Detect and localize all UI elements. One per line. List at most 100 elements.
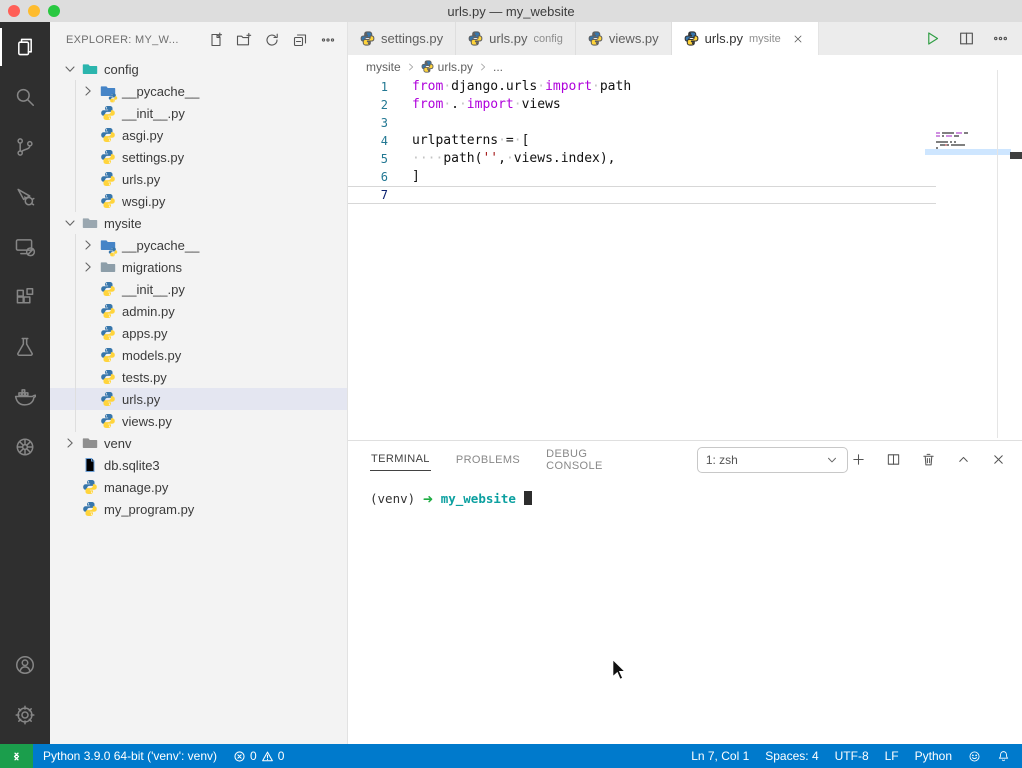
code-line-4[interactable]: 4 urlpatterns·=·[ bbox=[348, 132, 936, 150]
tab-settings-py[interactable]: settings.py bbox=[348, 22, 457, 55]
files-icon bbox=[14, 36, 36, 58]
collapse-folders-button[interactable] bbox=[289, 29, 311, 51]
tree-item-manage-py[interactable]: manage.py bbox=[50, 476, 347, 498]
shell-selector-dropdown[interactable]: 1: zsh bbox=[696, 446, 848, 473]
new-folder-button[interactable] bbox=[233, 29, 255, 51]
tab-label: urls.py bbox=[704, 31, 743, 46]
tree-item-label: tests.py bbox=[122, 369, 167, 385]
tree-item-asgi-py[interactable]: asgi.py bbox=[50, 124, 347, 146]
tree-item-pycache[interactable]: __pycache__ bbox=[50, 80, 347, 103]
panel-tab-label: TERMINAL bbox=[371, 453, 430, 465]
tree-item-urls-py[interactable]: urls.py bbox=[50, 388, 347, 410]
tab-urls-py-mysite[interactable]: urls.py mysite bbox=[671, 22, 819, 55]
tree-item-wsgi-py[interactable]: wsgi.py bbox=[50, 190, 347, 212]
activity-remote-explorer[interactable] bbox=[0, 222, 50, 272]
more-editor-actions-button[interactable] bbox=[988, 27, 1012, 51]
folder-icon bbox=[82, 215, 98, 231]
activity-run-debug[interactable] bbox=[0, 172, 50, 222]
tree-item-admin-py[interactable]: admin.py bbox=[50, 300, 347, 322]
more-actions-button[interactable] bbox=[317, 29, 339, 51]
code-line-3[interactable]: 3 bbox=[348, 114, 936, 132]
activity-accounts[interactable] bbox=[0, 640, 50, 690]
tree-item-init-py[interactable]: __init__.py bbox=[50, 278, 347, 300]
breadcrumb-item-urls-py[interactable]: urls.py bbox=[421, 60, 473, 74]
cursor-position-status[interactable]: Ln 7, Col 1 bbox=[691, 749, 749, 763]
problems-status[interactable]: 0 0 bbox=[233, 749, 284, 763]
tree-item-models-py[interactable]: models.py bbox=[50, 344, 347, 366]
tree-item-config[interactable]: config bbox=[50, 58, 347, 80]
tree-item-urls-py[interactable]: urls.py bbox=[50, 168, 347, 190]
activity-kubernetes[interactable] bbox=[0, 422, 50, 472]
tree-item-settings-py[interactable]: settings.py bbox=[50, 146, 347, 168]
tree-item-label: db.sqlite3 bbox=[104, 457, 160, 473]
tab-urls-py-config[interactable]: urls.py config bbox=[456, 22, 576, 55]
feedback-button[interactable] bbox=[968, 750, 981, 763]
indentation-status[interactable]: Spaces: 4 bbox=[765, 749, 818, 763]
activity-settings[interactable] bbox=[0, 690, 50, 740]
tree-item-db-sqlite3[interactable]: db.sqlite3 bbox=[50, 454, 347, 476]
scrollbar-thumb[interactable] bbox=[1010, 152, 1022, 159]
code-line-6[interactable]: 6] bbox=[348, 168, 936, 186]
tree-item-pycache[interactable]: __pycache__ bbox=[50, 234, 347, 257]
code-line-7[interactable]: 7 bbox=[348, 186, 936, 204]
breadcrumb-item-[interactable]: ... bbox=[493, 60, 503, 74]
tree-item-my-program-py[interactable]: my_program.py bbox=[50, 498, 347, 520]
code-line-2[interactable]: 2 from·.·import·views bbox=[348, 96, 936, 114]
zoom-button[interactable] bbox=[48, 5, 60, 17]
indent-guide bbox=[75, 234, 76, 432]
activity-docker[interactable] bbox=[0, 372, 50, 422]
new-terminal-button[interactable] bbox=[848, 450, 868, 470]
tree-item-migrations[interactable]: migrations bbox=[50, 256, 347, 278]
code-line-1[interactable]: 1 from·django.urls·import·path bbox=[348, 78, 936, 96]
close-panel-button[interactable] bbox=[988, 450, 1008, 470]
panel-tab-problems[interactable]: PROBLEMS bbox=[455, 449, 521, 471]
tree-item-tests-py[interactable]: tests.py bbox=[50, 366, 347, 388]
activity-bar bbox=[0, 22, 50, 744]
terminal-output[interactable]: (venv) ➜ my_website bbox=[348, 478, 1022, 506]
tree-item-views-py[interactable]: views.py bbox=[50, 410, 347, 432]
tab-label: urls.py bbox=[489, 31, 528, 46]
new-file-button[interactable] bbox=[205, 29, 227, 51]
code-line-5[interactable]: 5 ····path('',·views.index), bbox=[348, 150, 936, 168]
language-status[interactable]: Python bbox=[915, 749, 952, 763]
tree-item-apps-py[interactable]: apps.py bbox=[50, 322, 347, 344]
plus-icon bbox=[851, 452, 866, 467]
breadcrumb-item-mysite[interactable]: mysite bbox=[366, 60, 401, 74]
split-terminal-button[interactable] bbox=[883, 450, 903, 470]
encoding-status[interactable]: UTF-8 bbox=[835, 749, 869, 763]
tree-item-mysite[interactable]: mysite bbox=[50, 212, 347, 234]
tree-item-label: asgi.py bbox=[122, 127, 164, 143]
run-python-file-button[interactable] bbox=[920, 27, 944, 51]
tree-item-venv[interactable]: venv bbox=[50, 432, 347, 454]
minimize-button[interactable] bbox=[28, 5, 40, 17]
split-editor-button[interactable] bbox=[954, 27, 978, 51]
python-folder-icon bbox=[100, 237, 118, 257]
close-button[interactable] bbox=[8, 5, 20, 17]
close-tab-button[interactable] bbox=[791, 31, 806, 46]
activity-source-control[interactable] bbox=[0, 122, 50, 172]
activity-explorer[interactable] bbox=[0, 22, 50, 72]
chevron-down-icon bbox=[62, 215, 78, 231]
tree-item-init-py[interactable]: __init__.py bbox=[50, 102, 347, 124]
activity-search[interactable] bbox=[0, 72, 50, 122]
code-editor[interactable]: 1 from·django.urls·import·path 2 from·.·imp… bbox=[348, 70, 1022, 440]
remote-indicator[interactable] bbox=[0, 744, 33, 768]
eol-status[interactable]: LF bbox=[885, 749, 899, 763]
python-interpreter-status[interactable]: Python 3.9.0 64-bit ('venv': venv) bbox=[43, 749, 217, 763]
panel-tab-terminal[interactable]: TERMINAL bbox=[370, 448, 431, 471]
tab-views-py[interactable]: views.py bbox=[575, 22, 672, 55]
refresh-explorer-button[interactable] bbox=[261, 29, 283, 51]
tree-item-label: __init__.py bbox=[122, 105, 185, 121]
tree-item-label: migrations bbox=[122, 259, 182, 275]
activity-testing[interactable] bbox=[0, 322, 50, 372]
panel-tab-debug-console[interactable]: DEBUG CONSOLE bbox=[545, 443, 611, 477]
kill-terminal-button[interactable] bbox=[918, 450, 938, 470]
python-icon bbox=[468, 31, 483, 46]
notifications-button[interactable] bbox=[997, 750, 1010, 763]
activity-extensions[interactable] bbox=[0, 272, 50, 322]
tabs-container: settings.py urls.py config views.py urls.py m… bbox=[348, 22, 819, 55]
python-file-icon bbox=[100, 193, 116, 209]
maximize-panel-button[interactable] bbox=[953, 450, 973, 470]
